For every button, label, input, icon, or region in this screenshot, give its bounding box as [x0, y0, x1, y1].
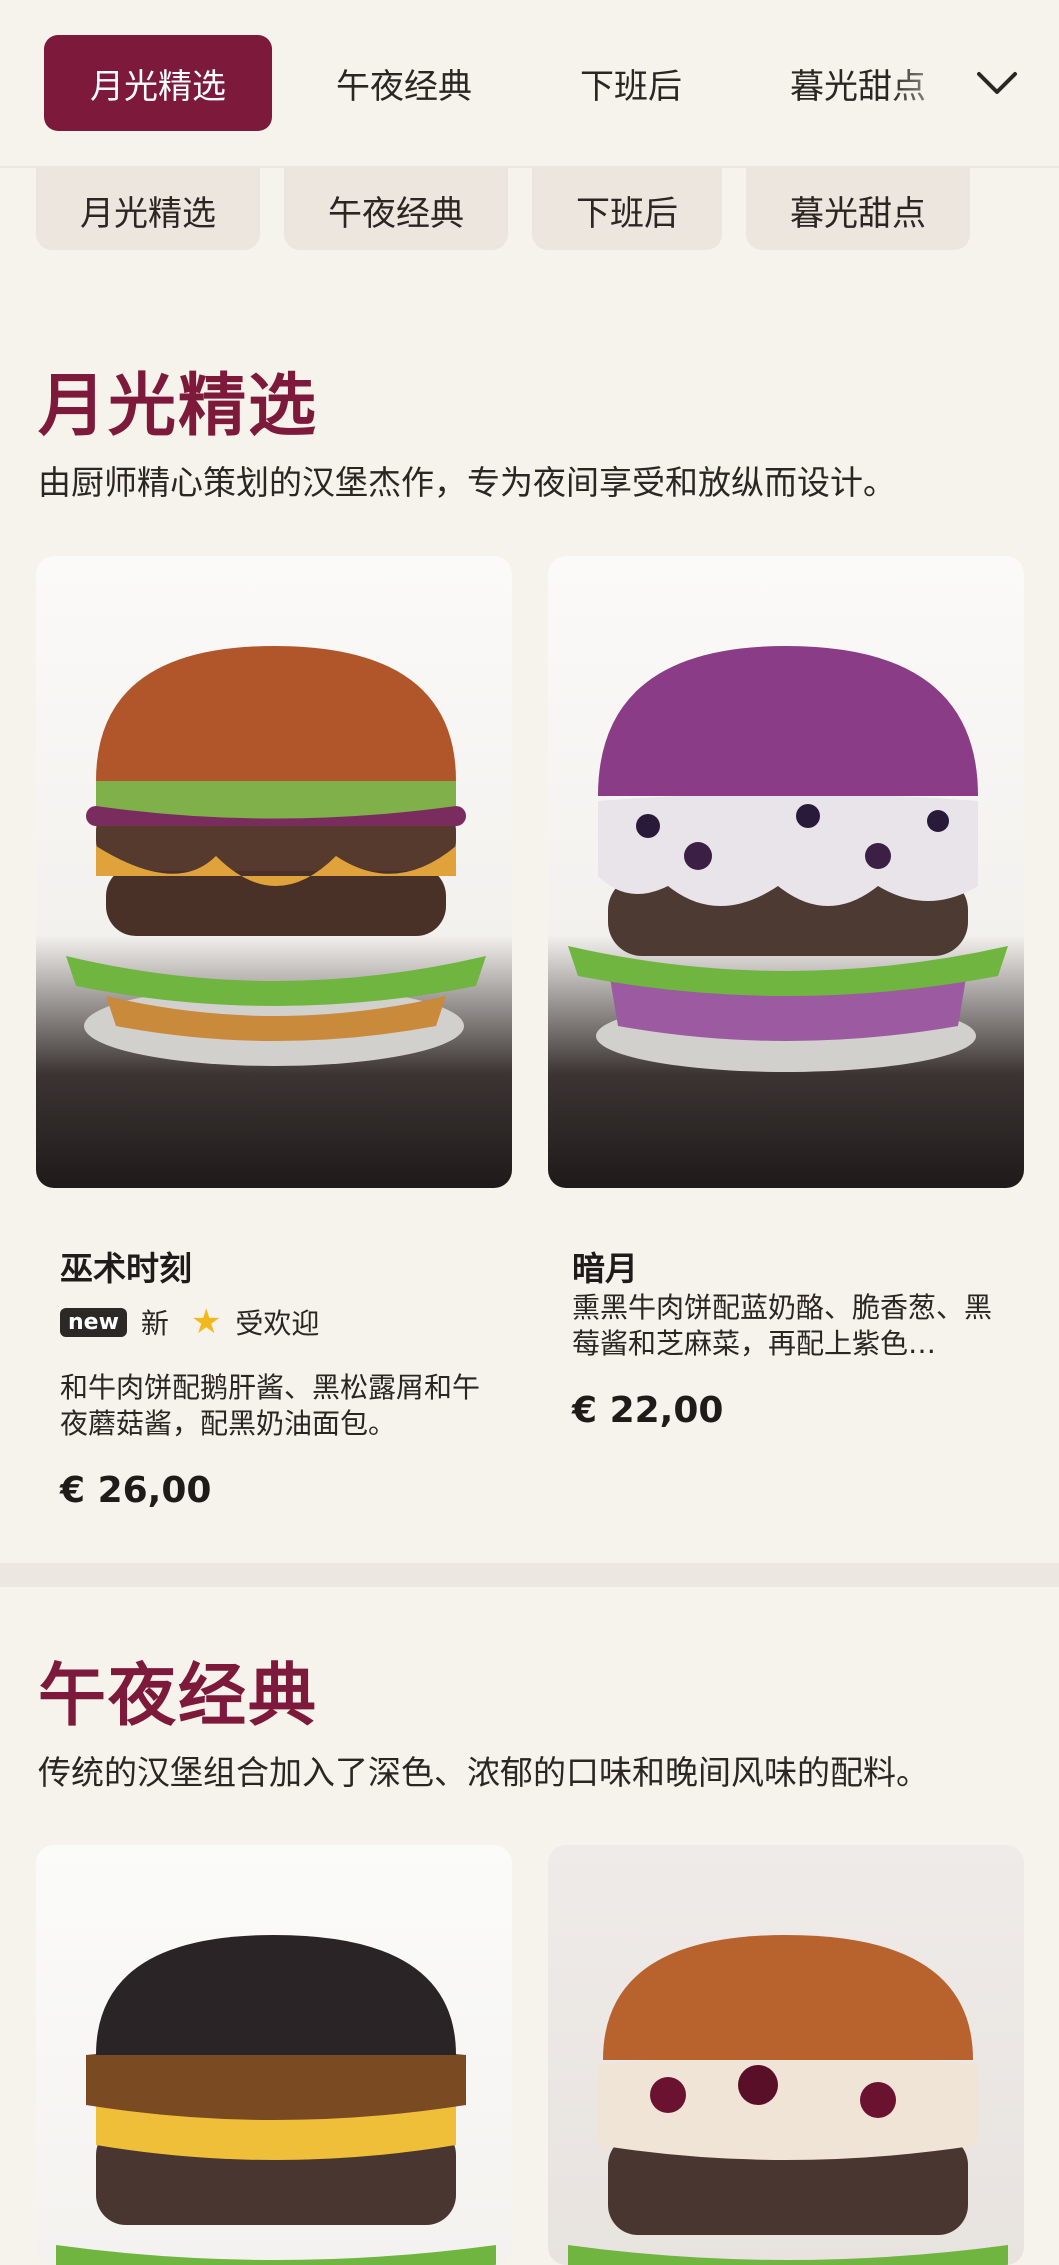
- menu-item-card[interactable]: 暗月 熏黑牛肉饼配蓝奶酪、脆香葱、黑莓酱和芝麻菜，再配上紫色… € 22,00: [548, 556, 1024, 1456]
- burger-illustration: [568, 1935, 1008, 2265]
- item-badges: new 新 ★ 受欢迎: [60, 1302, 319, 1342]
- burger-illustration: [56, 1935, 496, 2265]
- menu-item-card[interactable]: 巫术时刻 new 新 ★ 受欢迎 和牛肉饼配鹅肝酱、黑松露屑和午夜蘑菇酱，配黑奶…: [36, 556, 512, 1526]
- section-divider: [0, 1563, 1059, 1587]
- burger-image: [36, 556, 512, 1188]
- section-title: 月光精选: [38, 367, 319, 446]
- chevron-down-icon[interactable]: [975, 62, 1019, 106]
- category-tab-bar: 月光精选 午夜经典 下班后 暮光甜点: [0, 0, 1059, 168]
- item-name: 巫术时刻: [60, 1249, 192, 1288]
- tab-twilight-desserts[interactable]: 暮光甜点: [746, 35, 970, 131]
- section-description: 由厨师精心策划的汉堡杰作，专为夜间享受和放纵而设计。: [38, 463, 896, 502]
- popular-label: 受欢迎: [235, 1307, 320, 1340]
- burger-image: [548, 1845, 1024, 2265]
- burger-image: [548, 556, 1024, 1188]
- item-name: 暗月: [572, 1249, 638, 1288]
- item-description: 和牛肉饼配鹅肝酱、黑松露屑和午夜蘑菇酱，配黑奶油面包。: [60, 1371, 481, 1440]
- tab-after-work[interactable]: 下班后: [536, 35, 726, 131]
- tab-moonlight-selection[interactable]: 月光精选: [44, 35, 272, 131]
- item-price: € 22,00: [572, 1390, 724, 1431]
- new-badge: new: [60, 1307, 127, 1337]
- menu-item-card[interactable]: [548, 1845, 1024, 2265]
- item-price: € 26,00: [60, 1470, 212, 1511]
- menu-item-card[interactable]: [36, 1845, 512, 2265]
- new-label: 新: [140, 1307, 169, 1340]
- star-icon: ★: [190, 1302, 222, 1342]
- burger-illustration: [66, 646, 486, 1066]
- tab-midnight-classics[interactable]: 午夜经典: [292, 35, 516, 131]
- item-description: 熏黑牛肉饼配蓝奶酪、脆香葱、黑莓酱和芝麻菜，再配上紫色…: [572, 1291, 993, 1360]
- burger-image: [36, 1845, 512, 2265]
- burger-illustration: [568, 646, 1008, 1072]
- section-title: 午夜经典: [38, 1657, 319, 1736]
- section-description: 传统的汉堡组合加入了深色、浓郁的口味和晚间风味的配料。: [38, 1753, 929, 1792]
